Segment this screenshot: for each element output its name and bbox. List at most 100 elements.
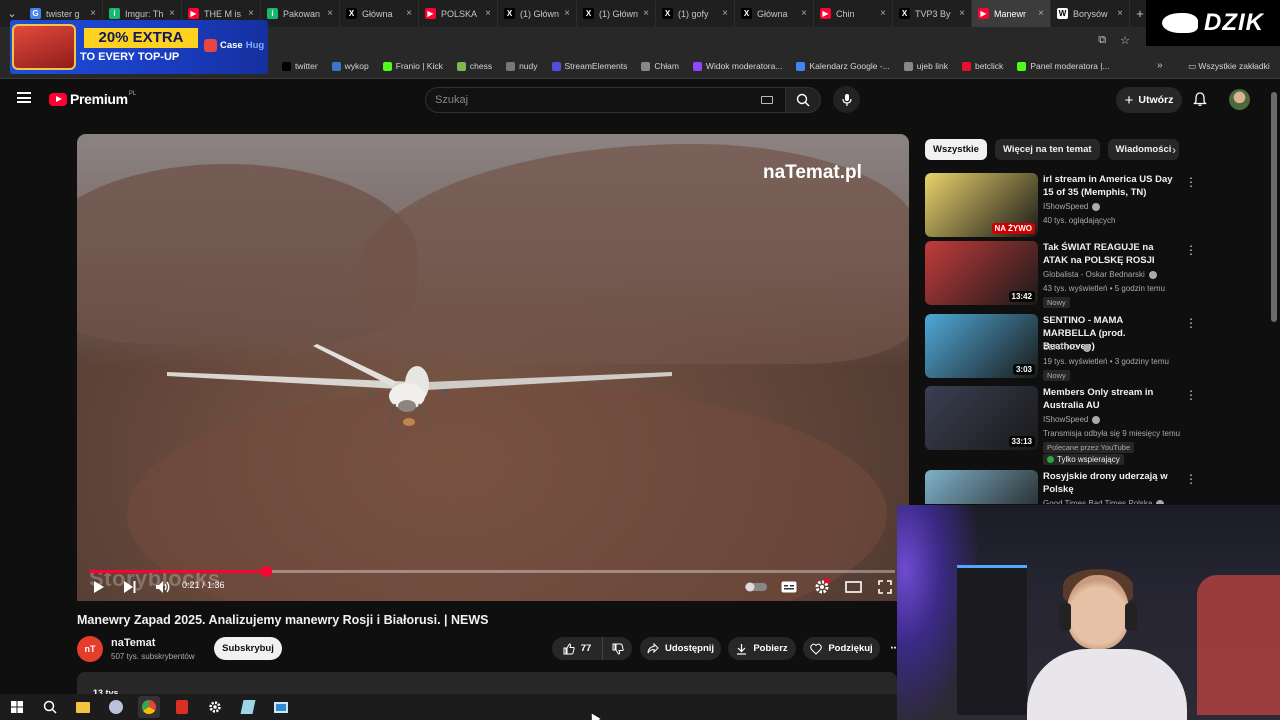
bookmark-star-icon[interactable]: ☆ bbox=[1120, 34, 1130, 47]
search-button[interactable] bbox=[785, 87, 821, 113]
close-tab-icon[interactable]: × bbox=[1117, 8, 1123, 19]
description-box[interactable]: 13 tys. wyświetleń 1 dzień temu bbox=[77, 672, 897, 718]
channel-avatar[interactable]: nT bbox=[77, 636, 103, 662]
browser-tab[interactable]: ▶ Manewr × bbox=[972, 0, 1051, 27]
bookmark-item[interactable]: twitter bbox=[282, 61, 318, 71]
filter-chip[interactable]: Wszystkie bbox=[925, 139, 987, 160]
close-tab-icon[interactable]: × bbox=[406, 8, 412, 19]
all-bookmarks-folder[interactable]: ▭ Wszystkie zakładki bbox=[1188, 61, 1270, 72]
more-options-icon[interactable]: ⋮ bbox=[1185, 388, 1197, 402]
volume-button[interactable] bbox=[155, 577, 171, 597]
file-explorer-icon[interactable] bbox=[72, 696, 94, 718]
close-tab-icon[interactable]: × bbox=[485, 8, 491, 19]
bookmark-item[interactable]: betclick bbox=[961, 61, 1003, 71]
browser-tab[interactable]: X (1) Główn × bbox=[577, 0, 656, 27]
subscribe-button[interactable]: Subskrybuj bbox=[214, 637, 282, 660]
subtitles-button[interactable] bbox=[781, 577, 797, 597]
bookmark-item[interactable]: ujeb link bbox=[903, 61, 948, 71]
bookmarks-overflow-icon[interactable]: » bbox=[1157, 60, 1163, 71]
channel-name[interactable]: naTemat bbox=[111, 637, 155, 649]
keyboard-icon[interactable] bbox=[761, 96, 773, 104]
close-tab-icon[interactable]: × bbox=[880, 8, 886, 19]
video-player[interactable]: naTemat.pl Storyblocks 0:21 / 1:36 bbox=[77, 134, 909, 601]
bookmark-item[interactable]: Franio | Kick bbox=[382, 61, 443, 71]
chrome-icon[interactable] bbox=[138, 696, 160, 718]
close-tab-icon[interactable]: × bbox=[564, 8, 570, 19]
close-tab-icon[interactable]: × bbox=[169, 8, 175, 19]
next-video-button[interactable] bbox=[123, 577, 137, 597]
windows-start-icon[interactable] bbox=[6, 696, 28, 718]
more-options-icon[interactable]: ⋮ bbox=[1185, 472, 1195, 486]
bookmark-item[interactable]: wykop bbox=[331, 61, 369, 71]
thanks-button[interactable]: Podziękuj bbox=[803, 637, 880, 660]
recommended-video[interactable]: 33:13 Members Only stream in Australia AU… bbox=[925, 386, 1197, 465]
video-thumbnail[interactable]: NA ŻYWO bbox=[925, 173, 1038, 237]
close-tab-icon[interactable]: × bbox=[90, 8, 96, 19]
video-thumbnail[interactable]: 3:03 bbox=[925, 314, 1038, 378]
bookmark-item[interactable]: chess bbox=[456, 61, 492, 71]
taskbar-search-icon[interactable] bbox=[39, 696, 61, 718]
browser-tab[interactable]: X Główna × bbox=[735, 0, 814, 27]
browser-tab[interactable]: X (1) Główn × bbox=[498, 0, 577, 27]
close-tab-icon[interactable]: × bbox=[1038, 8, 1044, 19]
discord-like-app-icon[interactable] bbox=[105, 696, 127, 718]
create-button[interactable]: + Utwórz bbox=[1116, 87, 1182, 113]
close-tab-icon[interactable]: × bbox=[643, 8, 649, 19]
dislike-button[interactable] bbox=[602, 637, 632, 660]
browser-tab[interactable]: ▶ Chin × bbox=[814, 0, 893, 27]
video-thumbnail[interactable] bbox=[925, 470, 1038, 504]
search-input[interactable] bbox=[426, 88, 746, 112]
notes-app-icon[interactable] bbox=[237, 696, 259, 718]
recommended-video[interactable]: 3:03 SENTINO - MAMA MARBELLA (prod. Beath… bbox=[925, 314, 1197, 381]
settings-button[interactable] bbox=[814, 577, 830, 597]
video-thumbnail[interactable]: 13:42 bbox=[925, 241, 1038, 305]
close-tab-icon[interactable]: × bbox=[327, 8, 333, 19]
more-options-icon[interactable]: ⋮ bbox=[1185, 316, 1197, 330]
download-button[interactable]: Pobierz bbox=[728, 637, 796, 660]
page-scrollbar[interactable] bbox=[1271, 92, 1277, 322]
youtube-logo[interactable]: Premium PL bbox=[49, 91, 136, 107]
close-tab-icon[interactable]: × bbox=[722, 8, 728, 19]
filter-chip[interactable]: Więcej na ten temat bbox=[994, 139, 1100, 160]
browser-tab[interactable]: i Pakowan × bbox=[261, 0, 340, 27]
menu-icon[interactable] bbox=[17, 92, 31, 103]
like-button[interactable]: 77 bbox=[552, 637, 602, 660]
bookmark-item[interactable]: Chłam bbox=[641, 61, 679, 71]
window-app-icon[interactable] bbox=[270, 696, 292, 718]
close-tab-icon[interactable]: × bbox=[801, 8, 807, 19]
bookmark-item[interactable]: Panel moderatora |... bbox=[1017, 61, 1110, 71]
ad-subline: TO EVERY TOP-UP bbox=[80, 51, 180, 63]
more-options-icon[interactable]: ⋮ bbox=[1185, 243, 1197, 257]
bookmark-item[interactable]: nudy bbox=[506, 61, 538, 71]
recommended-video[interactable]: 13:42 Tak ŚWIAT REAGUJE na ATAK na POLSKĘ… bbox=[925, 241, 1197, 308]
scrubber-handle[interactable] bbox=[260, 566, 272, 577]
video-thumbnail[interactable]: 33:13 bbox=[925, 386, 1038, 450]
browser-tab[interactable]: X TVP3 By × bbox=[893, 0, 972, 27]
bookmark-item[interactable]: StreamElements bbox=[551, 61, 627, 71]
play-button[interactable] bbox=[93, 577, 105, 597]
notifications-bell-icon[interactable] bbox=[1193, 92, 1207, 112]
fullscreen-button[interactable] bbox=[878, 577, 892, 597]
close-tab-icon[interactable]: × bbox=[248, 8, 254, 19]
browser-tab[interactable]: X (1) gofy × bbox=[656, 0, 735, 27]
bookmark-item[interactable]: Widok moderatora... bbox=[692, 61, 782, 71]
more-options-icon[interactable]: ⋮ bbox=[1185, 175, 1197, 189]
autoplay-toggle[interactable] bbox=[745, 577, 767, 597]
filter-chip[interactable]: Wiadomości bbox=[1107, 139, 1180, 160]
browser-tab[interactable]: ▶ POLSKA × bbox=[419, 0, 498, 27]
recommended-video[interactable]: NA ŻYWO irl stream in America US Day 15 o… bbox=[925, 173, 1197, 237]
video-progress-bar[interactable] bbox=[89, 566, 895, 577]
recommended-video[interactable]: Rosyjskie drony uderzają w Polskę Good Ti… bbox=[925, 470, 1195, 504]
settings-gear-icon[interactable] bbox=[204, 696, 226, 718]
bookmark-item[interactable]: Kalendarz Google -... bbox=[796, 61, 890, 71]
media-app-icon[interactable] bbox=[171, 696, 193, 718]
install-app-icon[interactable]: ⧉ bbox=[1098, 34, 1106, 47]
share-button[interactable]: Udostępnij bbox=[640, 637, 721, 660]
browser-tab[interactable]: X Główna × bbox=[340, 0, 419, 27]
browser-tab[interactable]: W Borysów × bbox=[1051, 0, 1130, 27]
account-avatar[interactable] bbox=[1229, 89, 1250, 110]
voice-search-button[interactable] bbox=[833, 86, 860, 113]
theater-mode-button[interactable] bbox=[845, 577, 862, 597]
close-tab-icon[interactable]: × bbox=[959, 8, 965, 19]
chevron-right-icon[interactable]: › bbox=[1172, 143, 1176, 157]
